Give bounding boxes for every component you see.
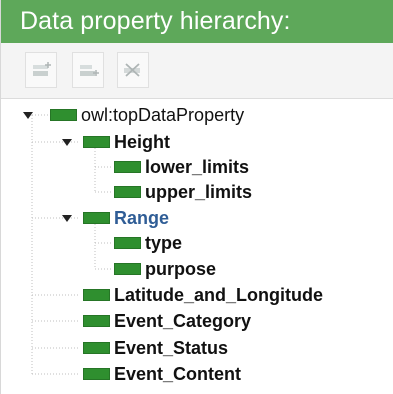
data-property-icon <box>114 161 141 173</box>
tree-node-label: type <box>145 233 183 253</box>
tree-node-label: Event_Status <box>114 338 229 358</box>
property-tree: owl:topDataProperty Height lower_limits … <box>1 99 393 394</box>
toggle-root[interactable] <box>22 109 34 121</box>
tree-node-label: purpose <box>145 259 217 279</box>
tree-node-label: Height <box>114 132 170 152</box>
data-property-icon <box>114 237 141 249</box>
data-property-icon <box>83 136 110 148</box>
tree-node-event-content[interactable]: Event_Content <box>83 363 241 385</box>
tree-node-label: owl:topDataProperty <box>81 105 245 125</box>
tree-node-purpose[interactable]: purpose <box>114 258 216 280</box>
tree-node-label: Latitude_and_Longitude <box>114 285 323 305</box>
panel-header: Data property hierarchy: <box>1 0 393 43</box>
tree-node-type[interactable]: type <box>114 232 182 254</box>
tree-node-event-status[interactable]: Event_Status <box>83 337 228 359</box>
tree-node-label: Event_Category <box>114 311 252 331</box>
hierarchy-toolbar <box>1 43 393 99</box>
data-property-icon <box>83 289 110 301</box>
data-property-icon <box>83 368 110 380</box>
tree-node-label: upper_limits <box>145 182 253 202</box>
add-sibling-property-icon <box>76 61 100 79</box>
data-property-hierarchy-panel: Data property hierarchy: owl:topDataProp… <box>0 0 393 394</box>
delete-property-icon <box>121 61 145 79</box>
tree-node-root[interactable]: owl:topDataProperty <box>50 104 244 126</box>
tree-node-label: lower_limits <box>145 157 250 177</box>
tree-node-range[interactable]: Range <box>83 207 169 229</box>
toggle-height[interactable] <box>61 136 73 148</box>
data-property-icon <box>83 315 110 327</box>
tree-node-event-category[interactable]: Event_Category <box>83 310 251 332</box>
tree-node-label: Event_Content <box>114 364 242 384</box>
data-property-icon <box>83 212 110 224</box>
panel-title: Data property hierarchy: <box>20 7 291 35</box>
tree-node-upper-limits[interactable]: upper_limits <box>114 181 252 203</box>
add-subproperty-button[interactable] <box>25 52 57 88</box>
add-subproperty-icon <box>29 61 53 79</box>
tree-node-label: Range <box>114 208 170 228</box>
tree-node-height[interactable]: Height <box>83 131 170 153</box>
tree-node-lower-limits[interactable]: lower_limits <box>114 156 249 178</box>
delete-property-button[interactable] <box>117 52 149 88</box>
add-sibling-property-button[interactable] <box>72 52 104 88</box>
toggle-range[interactable] <box>61 212 73 224</box>
tree-node-latitude-and-longitude[interactable]: Latitude_and_Longitude <box>83 284 323 306</box>
data-property-icon <box>83 342 110 354</box>
data-property-icon <box>114 186 141 198</box>
data-property-icon <box>114 263 141 275</box>
data-property-icon <box>50 109 77 121</box>
